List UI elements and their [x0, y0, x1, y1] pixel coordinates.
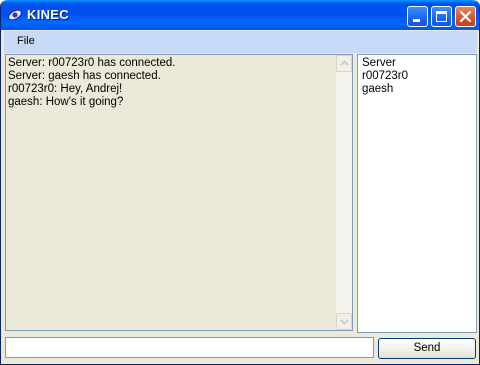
scroll-up-button[interactable] [336, 55, 352, 72]
maximize-button[interactable] [431, 6, 452, 27]
close-button[interactable] [455, 6, 476, 27]
close-icon [459, 10, 472, 23]
maximize-icon [436, 11, 447, 22]
window-title: KINEC [27, 7, 69, 22]
user-list[interactable]: Server r00723r0 gaesh [357, 54, 477, 333]
scroll-up-icon [340, 60, 349, 66]
app-icon [7, 7, 23, 23]
title-bar[interactable]: KINEC [1, 0, 479, 30]
chat-line: Server: r00723r0 has connected. [8, 57, 176, 69]
scroll-down-button[interactable] [336, 313, 352, 330]
user-list-items: Server r00723r0 gaesh [362, 57, 408, 96]
app-window: KINEC File Server: r00723r0 has connecte… [0, 0, 480, 365]
chat-messages: Server: r00723r0 has connected. Server: … [8, 57, 334, 109]
chat-line: r00723r0: Hey, Andrej! [8, 83, 123, 95]
user-item[interactable]: Server [362, 57, 408, 70]
minimize-button[interactable] [407, 6, 428, 27]
minimize-icon [413, 19, 420, 22]
scroll-down-icon [340, 319, 349, 325]
menu-bar: File [4, 31, 477, 53]
message-input[interactable] [5, 337, 374, 358]
chat-log[interactable]: Server: r00723r0 has connected. Server: … [5, 54, 353, 331]
chat-scrollbar[interactable] [335, 55, 352, 330]
chat-line: Server: gaesh has connected. [8, 70, 161, 82]
chat-line: gaesh: How's it going? [8, 96, 124, 108]
user-item[interactable]: gaesh [362, 83, 408, 96]
menu-item-file[interactable]: File [17, 35, 35, 47]
send-button[interactable]: Send [378, 338, 476, 359]
user-item[interactable]: r00723r0 [362, 70, 408, 83]
